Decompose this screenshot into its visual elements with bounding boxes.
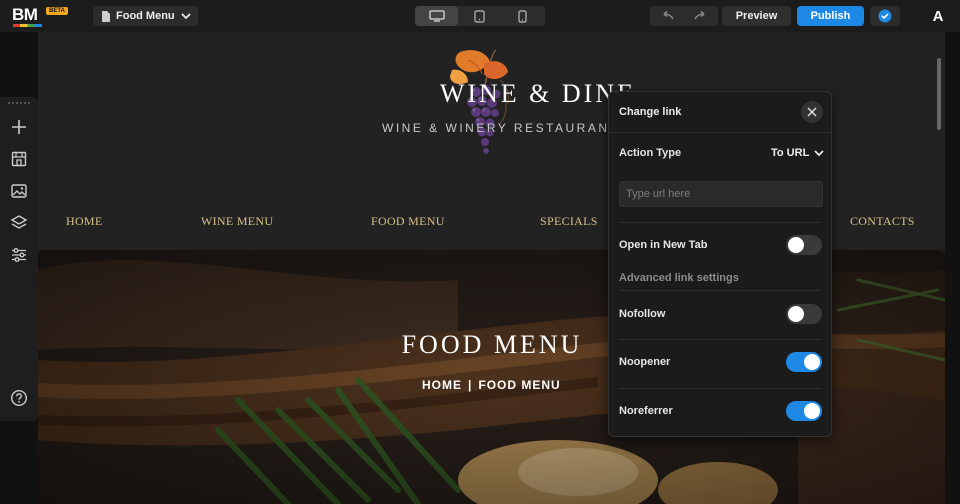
page-icon [102, 10, 110, 22]
noopener-toggle[interactable] [786, 352, 822, 372]
logo-text: BM [12, 5, 38, 24]
left-toolbar [0, 97, 38, 421]
page-selector[interactable]: Food Menu [93, 6, 198, 26]
help-icon [10, 389, 28, 407]
action-type-value: To URL [771, 147, 810, 159]
history-controls [650, 6, 718, 26]
close-button[interactable] [801, 101, 823, 123]
noopener-label: Noopener [619, 356, 671, 368]
toggle-knob [804, 354, 820, 370]
open-new-tab-label: Open in New Tab [619, 239, 708, 251]
breadcrumb: HOME | FOOD MENU [422, 378, 561, 392]
brand-title[interactable]: WINE & DINE [38, 79, 636, 109]
nav-item-home[interactable]: HOME [66, 214, 103, 229]
device-desktop-button[interactable] [415, 6, 458, 26]
nav-item-wine-menu[interactable]: WINE MENU [201, 214, 273, 229]
check-circle-icon [878, 9, 892, 23]
advanced-settings-title: Advanced link settings [619, 272, 739, 284]
nav-item-specials[interactable]: SPECIALS [540, 214, 598, 229]
account-avatar[interactable]: A [928, 6, 948, 26]
preview-button[interactable]: Preview [722, 6, 791, 26]
open-new-tab-toggle[interactable] [786, 235, 822, 255]
layers-icon [10, 215, 28, 229]
desktop-icon [428, 10, 445, 22]
breadcrumb-home[interactable]: HOME [422, 378, 462, 392]
panel-divider [609, 132, 831, 133]
plus-icon [12, 120, 26, 134]
chevron-down-icon [181, 12, 191, 19]
toolbar-drag-handle[interactable] [8, 102, 30, 104]
close-icon [807, 107, 817, 117]
undo-icon [663, 11, 674, 20]
device-switcher [415, 6, 545, 26]
page-selector-label: Food Menu [116, 10, 175, 22]
sections-button[interactable] [7, 147, 31, 171]
undo-button[interactable] [650, 6, 684, 26]
noreferrer-toggle[interactable] [786, 401, 822, 421]
media-button[interactable] [7, 179, 31, 203]
nofollow-label: Nofollow [619, 308, 666, 320]
chevron-down-icon [814, 149, 824, 156]
toggle-knob [788, 237, 804, 253]
change-link-panel: Change link Action Type To URL Open in N… [608, 91, 832, 437]
hero-title[interactable]: FOOD MENU [392, 330, 592, 360]
breadcrumb-current: FOOD MENU [478, 378, 561, 392]
action-type-label: Action Type [619, 147, 682, 159]
image-icon [11, 184, 27, 198]
nofollow-toggle[interactable] [786, 304, 822, 324]
noreferrer-label: Noreferrer [619, 405, 673, 417]
redo-button[interactable] [684, 6, 718, 26]
add-element-button[interactable] [7, 115, 31, 139]
nav-item-food-menu[interactable]: FOOD MENU [371, 214, 445, 229]
redo-icon [694, 11, 705, 20]
toggle-knob [788, 306, 804, 322]
panel-divider [619, 388, 821, 389]
url-input[interactable] [619, 181, 823, 207]
beta-badge: BETA [46, 7, 68, 15]
panel-divider [619, 339, 821, 340]
device-mobile-button[interactable] [501, 6, 544, 26]
device-tablet-button[interactable] [458, 6, 501, 26]
panel-divider [619, 222, 821, 223]
panel-title: Change link [619, 106, 682, 118]
store-icon [11, 151, 27, 167]
toggle-knob [804, 403, 820, 419]
app-logo[interactable]: BM BETA [12, 5, 68, 27]
tablet-icon [474, 9, 485, 23]
publish-status-button[interactable] [870, 6, 900, 26]
publish-button[interactable]: Publish [797, 6, 864, 26]
logo-color-bar [13, 24, 42, 27]
nav-item-contacts[interactable]: CONTACTS [850, 214, 915, 229]
mobile-icon [518, 9, 527, 23]
canvas-scrollbar[interactable] [937, 58, 941, 130]
layers-button[interactable] [7, 211, 31, 235]
help-button[interactable] [7, 386, 31, 410]
breadcrumb-separator: | [468, 378, 473, 392]
panel-divider [619, 290, 821, 291]
settings-button[interactable] [7, 243, 31, 267]
brand-subtitle[interactable]: WINE & WINERY RESTAURANT [382, 121, 619, 135]
sliders-icon [12, 248, 26, 262]
action-type-dropdown[interactable]: To URL [771, 147, 824, 159]
top-bar: BM BETA Food Menu Preview Publish A [0, 0, 960, 32]
